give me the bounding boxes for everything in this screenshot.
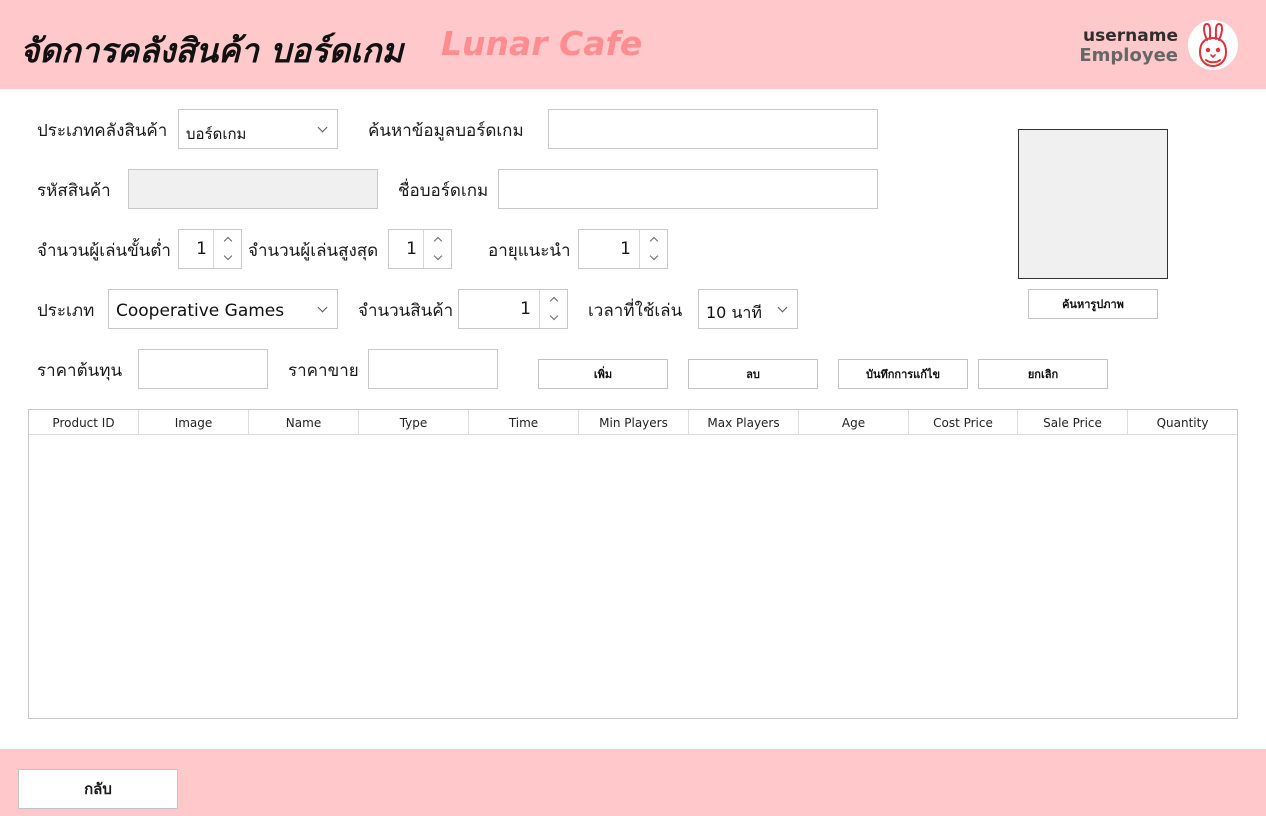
column-header-max-players[interactable]: Max Players	[689, 410, 799, 435]
product-image-preview	[1018, 129, 1168, 279]
quantity-stepper[interactable]: 1	[458, 289, 568, 329]
search-input[interactable]	[548, 109, 878, 149]
increment-arrow-icon[interactable]	[640, 230, 668, 249]
search-image-button[interactable]: ค้นหารูปภาพ	[1028, 289, 1158, 319]
inventory-type-select[interactable]: บอร์ดเกม	[178, 109, 338, 149]
min-players-label: จำนวนผู้เล่นขั้นต่ำ	[37, 241, 171, 261]
chevron-down-icon	[317, 122, 328, 133]
category-select[interactable]: Cooperative Games	[108, 289, 338, 329]
product-code-field[interactable]	[128, 169, 378, 209]
save-edit-button[interactable]: บันทึกการแก้ไข	[838, 359, 968, 389]
inventory-type-label: ประเภทคลังสินค้า	[37, 121, 168, 141]
column-header-sale-price[interactable]: Sale Price	[1018, 410, 1128, 435]
column-header-cost-price[interactable]: Cost Price	[909, 410, 1018, 435]
username-label: username	[1083, 26, 1178, 46]
increment-arrow-icon[interactable]	[424, 230, 452, 249]
decrement-arrow-icon[interactable]	[424, 249, 452, 268]
decrement-arrow-icon[interactable]	[640, 249, 668, 268]
quantity-value: 1	[520, 299, 531, 319]
header-bar: จัดการคลังสินค้า บอร์ดเกม Lunar Cafe use…	[0, 0, 1266, 89]
product-code-label: รหัสสินค้า	[37, 181, 111, 201]
column-header-min-players[interactable]: Min Players	[579, 410, 689, 435]
category-value: Cooperative Games	[116, 301, 285, 321]
recommended-age-label: อายุแนะนำ	[488, 241, 571, 261]
delete-button[interactable]: ลบ	[688, 359, 818, 389]
column-header-image[interactable]: Image	[139, 410, 249, 435]
page-title: จัดการคลังสินค้า บอร์ดเกม	[20, 31, 404, 70]
play-time-select[interactable]: 10 นาที	[698, 289, 798, 329]
game-name-input[interactable]	[498, 169, 878, 209]
max-players-stepper[interactable]: 1	[388, 229, 452, 269]
column-header-product-id[interactable]: Product ID	[29, 410, 139, 435]
quantity-label: จำนวนสินค้า	[358, 301, 454, 321]
min-players-stepper[interactable]: 1	[178, 229, 242, 269]
cost-price-label: ราคาต้นทุน	[37, 361, 123, 381]
max-players-value: 1	[406, 239, 417, 259]
column-header-age[interactable]: Age	[799, 410, 909, 435]
table-header: Product ID Image Name Type Time Min Play…	[29, 410, 1237, 435]
increment-arrow-icon[interactable]	[214, 230, 242, 249]
min-players-value: 1	[196, 239, 207, 259]
play-time-label: เวลาที่ใช้เล่น	[588, 301, 683, 321]
cost-price-input[interactable]	[138, 349, 268, 389]
game-name-label: ชื่อบอร์ดเกม	[398, 181, 489, 201]
max-players-label: จำนวนผู้เล่นสูงสุด	[248, 241, 379, 261]
decrement-arrow-icon[interactable]	[540, 309, 568, 328]
recommended-age-value: 1	[620, 239, 631, 259]
sale-price-label: ราคาขาย	[288, 361, 359, 381]
bunny-icon	[1188, 20, 1238, 70]
chevron-down-icon	[777, 302, 788, 313]
column-header-quantity[interactable]: Quantity	[1128, 410, 1237, 435]
category-label: ประเภท	[37, 301, 95, 321]
inventory-type-value: บอร์ดเกม	[186, 125, 247, 143]
cancel-button[interactable]: ยกเลิก	[978, 359, 1108, 389]
chevron-down-icon	[317, 302, 328, 313]
recommended-age-stepper[interactable]: 1	[578, 229, 668, 269]
footer-bar	[0, 749, 1266, 816]
user-role-label: Employee	[1079, 45, 1178, 66]
search-label: ค้นหาข้อมูลบอร์ดเกม	[368, 121, 524, 141]
sale-price-input[interactable]	[368, 349, 498, 389]
play-time-value: 10 นาที	[706, 303, 762, 322]
increment-arrow-icon[interactable]	[540, 290, 568, 309]
column-header-name[interactable]: Name	[249, 410, 359, 435]
back-button[interactable]: กลับ	[18, 769, 178, 809]
column-header-time[interactable]: Time	[469, 410, 579, 435]
product-table[interactable]: Product ID Image Name Type Time Min Play…	[28, 409, 1238, 719]
brand-name: Lunar Cafe	[441, 24, 643, 63]
decrement-arrow-icon[interactable]	[214, 249, 242, 268]
add-button[interactable]: เพิ่ม	[538, 359, 668, 389]
column-header-type[interactable]: Type	[359, 410, 469, 435]
